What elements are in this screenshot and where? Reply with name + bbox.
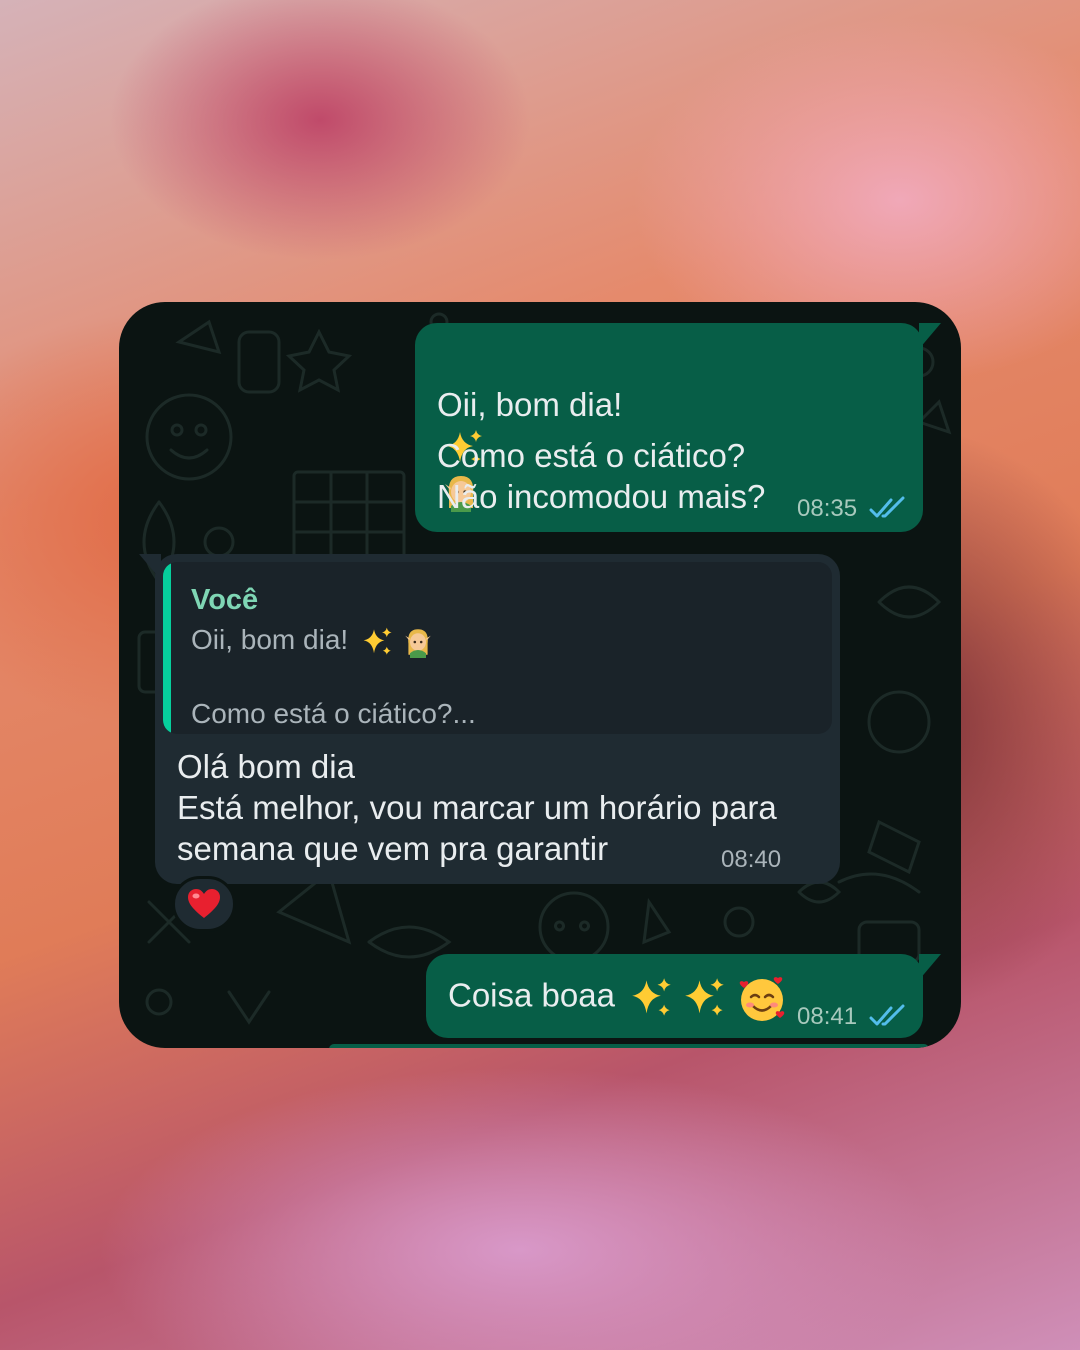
message-timestamp: 08:40 bbox=[721, 846, 782, 873]
message-timestamp: 08:41 bbox=[797, 1003, 858, 1030]
bubble-tail bbox=[919, 954, 941, 980]
message-text: Olá bom dia Está melhor, vou marcar um h… bbox=[177, 748, 777, 867]
outgoing-message-1[interactable]: Oii, bom dia! Como está o ciático? Não i… bbox=[415, 323, 941, 532]
message-text: Como está o ciático? Não incomodou mais? bbox=[437, 437, 766, 515]
sparkles-emoji bbox=[685, 978, 724, 1016]
elf-emoji bbox=[404, 628, 431, 658]
message-text-line1: Oii, bom dia! bbox=[437, 386, 623, 423]
message-text: Coisa boaa bbox=[448, 976, 615, 1014]
quoted-reply[interactable]: Você Oii, bom dia! Como está o ciático?.… bbox=[163, 562, 832, 734]
smiling-face-with-hearts-emoji bbox=[740, 977, 785, 1021]
quote-accent-bar bbox=[163, 562, 171, 734]
quote-text-line2: Como está o ciático?... bbox=[191, 698, 476, 729]
next-message-peek bbox=[329, 1044, 929, 1048]
quote-author: Você bbox=[191, 584, 259, 616]
heart-emoji bbox=[188, 889, 220, 918]
chat-panel: Oii, bom dia! Como está o ciático? Não i… bbox=[119, 302, 961, 1048]
quote-text-line1: Oii, bom dia! bbox=[191, 624, 349, 655]
outgoing-message-3[interactable]: Coisa boaa 08:41 bbox=[426, 954, 941, 1038]
message-timestamp: 08:35 bbox=[797, 495, 858, 522]
sparkles-emoji bbox=[632, 978, 671, 1016]
sparkles-emoji bbox=[363, 627, 392, 655]
message-reaction[interactable] bbox=[172, 876, 236, 932]
read-receipt-icon bbox=[869, 496, 905, 518]
incoming-message-2[interactable]: Você Oii, bom dia! Como está o ciático?.… bbox=[139, 554, 840, 884]
bubble-tail bbox=[919, 323, 941, 349]
bubble-tail bbox=[139, 554, 161, 580]
read-receipt-icon bbox=[869, 1004, 905, 1026]
